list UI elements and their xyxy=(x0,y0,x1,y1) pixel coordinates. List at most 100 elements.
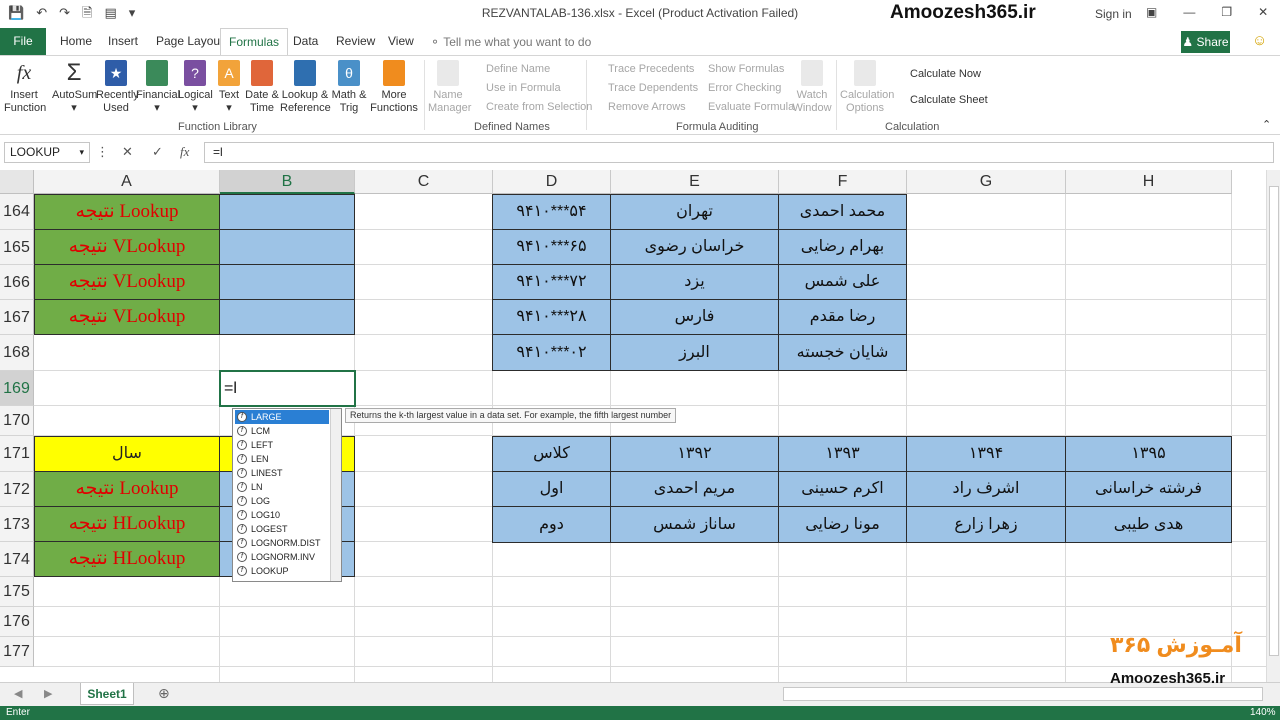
autocomplete-item[interactable]: f LOGNORM.DIST xyxy=(235,536,329,550)
text-button[interactable]: A Text ▾ xyxy=(214,60,244,115)
cell-d164[interactable]: ۹۴۱۰***۵۴ xyxy=(492,194,611,230)
row-header-168[interactable]: 168 xyxy=(0,335,34,371)
use-in-formula-button[interactable]: Use in Formula xyxy=(486,82,561,94)
add-sheet-icon[interactable]: ⊕ xyxy=(158,685,170,702)
name-manager-button[interactable]: Name Manager xyxy=(428,60,471,115)
cell-e166[interactable]: یزد xyxy=(610,264,779,300)
cell-h171[interactable]: ۱۳۹۵ xyxy=(1065,436,1232,472)
cell-f172[interactable]: اکرم حسینی xyxy=(778,471,907,507)
trace-precedents-button[interactable]: Trace Precedents xyxy=(608,63,694,75)
cell-b165[interactable] xyxy=(219,229,355,265)
financial-button[interactable]: Financial ▾ xyxy=(136,60,180,115)
autocomplete-item[interactable]: f LEFT xyxy=(235,438,329,452)
cell-e172[interactable]: مریم احمدی xyxy=(610,471,779,507)
cell-f173[interactable]: مونا رضایی xyxy=(778,506,907,543)
cell-g171[interactable]: ۱۳۹۴ xyxy=(906,436,1066,472)
tell-me-search[interactable]: ⚬ Tell me what you want to do xyxy=(430,35,591,49)
remove-arrows-button[interactable]: Remove Arrows xyxy=(608,101,686,113)
recently-used-button[interactable]: ★ Recently Used xyxy=(96,60,139,115)
cell-e165[interactable]: خراسان رضوی xyxy=(610,229,779,265)
column-header-d[interactable]: D xyxy=(493,170,611,194)
tab-review[interactable]: Review xyxy=(328,28,383,55)
cell-e167[interactable]: فارس xyxy=(610,299,779,335)
insert-function-button[interactable]: fx Insert Function xyxy=(4,60,46,115)
calculate-now-button[interactable]: Calculate Now xyxy=(910,68,981,80)
cell-a172[interactable]: نتیجه Lookup xyxy=(34,471,220,507)
cell-d165[interactable]: ۹۴۱۰***۶۵ xyxy=(492,229,611,265)
column-header-f[interactable]: F xyxy=(779,170,907,194)
vertical-scroll-thumb[interactable] xyxy=(1269,186,1279,656)
worksheet-grid[interactable]: A B C D E F G H 164 165 166 167 168 169 … xyxy=(0,170,1280,682)
calculation-options-button[interactable]: Calculation Options xyxy=(840,60,894,115)
sign-in-link[interactable]: Sign in xyxy=(1095,7,1132,21)
cell-d171[interactable]: کلاس xyxy=(492,436,611,472)
autocomplete-item[interactable]: f LEN xyxy=(235,452,329,466)
evaluate-formula-button[interactable]: Evaluate Formula xyxy=(708,101,794,113)
autocomplete-scrollbar[interactable] xyxy=(330,409,341,581)
tab-insert[interactable]: Insert xyxy=(100,28,146,55)
column-header-e[interactable]: E xyxy=(611,170,779,194)
calculate-sheet-button[interactable]: Calculate Sheet xyxy=(910,94,988,106)
math-trig-button[interactable]: θ Math & Trig xyxy=(330,60,368,115)
tab-page-layout[interactable]: Page Layout xyxy=(148,28,231,55)
name-box[interactable]: LOOKUP ▾ xyxy=(4,142,90,163)
logical-button[interactable]: ? Logical ▾ xyxy=(178,60,213,115)
row-header-173[interactable]: 173 xyxy=(0,507,34,542)
cell-d167[interactable]: ۹۴۱۰***۲۸ xyxy=(492,299,611,335)
cancel-icon[interactable]: ✕ xyxy=(122,144,133,160)
tab-formulas[interactable]: Formulas xyxy=(220,28,289,55)
cell-d168[interactable]: ۹۴۱۰***۰۲ xyxy=(492,334,611,371)
row-header-171[interactable]: 171 xyxy=(0,436,34,472)
row-header-175[interactable]: 175 xyxy=(0,577,34,607)
cell-h172[interactable]: فرشته خراسانی xyxy=(1065,471,1232,507)
cell-b167[interactable] xyxy=(219,299,355,335)
autocomplete-item[interactable]: f LN xyxy=(235,480,329,494)
collapse-ribbon-icon[interactable]: ⌃ xyxy=(1262,118,1271,131)
autocomplete-item[interactable]: f LOGNORM.INV xyxy=(235,550,329,564)
tab-home[interactable]: Home xyxy=(52,28,100,55)
autocomplete-item[interactable]: f LOG xyxy=(235,494,329,508)
insert-fx-icon[interactable]: fx xyxy=(180,144,189,160)
autosum-button[interactable]: Σ AutoSum ▾ xyxy=(52,60,97,115)
tab-view[interactable]: View xyxy=(380,28,422,55)
minimize-icon[interactable]: — xyxy=(1183,5,1195,19)
cell-b166[interactable] xyxy=(219,264,355,300)
formula-input[interactable]: =l xyxy=(204,142,1274,163)
horizontal-scrollbar[interactable] xyxy=(783,687,1263,701)
cell-a171[interactable]: سال xyxy=(34,436,220,472)
error-checking-button[interactable]: Error Checking xyxy=(708,82,781,94)
share-button[interactable]: ♟ Share xyxy=(1181,31,1230,53)
column-header-c[interactable]: C xyxy=(355,170,493,194)
cell-b164[interactable] xyxy=(219,194,355,230)
column-header-h[interactable]: H xyxy=(1066,170,1232,194)
vertical-scrollbar[interactable] xyxy=(1266,170,1280,682)
row-header-176[interactable]: 176 xyxy=(0,607,34,637)
autocomplete-item[interactable]: f LARGE xyxy=(235,410,329,424)
cell-g173[interactable]: زهرا زارع xyxy=(906,506,1066,543)
row-header-164[interactable]: 164 xyxy=(0,194,34,230)
date-time-button[interactable]: Date & Time xyxy=(244,60,280,115)
select-all-corner[interactable] xyxy=(0,170,34,194)
cell-f166[interactable]: علی شمس xyxy=(778,264,907,300)
close-icon[interactable]: ✕ xyxy=(1258,5,1268,19)
more-functions-button[interactable]: More Functions xyxy=(368,60,420,115)
cell-e171[interactable]: ۱۳۹۲ xyxy=(610,436,779,472)
show-formulas-button[interactable]: Show Formulas xyxy=(708,63,784,75)
row-header-170[interactable]: 170 xyxy=(0,406,34,436)
cell-e168[interactable]: البرز xyxy=(610,334,779,371)
cell-e173[interactable]: ساناز شمس xyxy=(610,506,779,543)
scroll-tabs-left-icon[interactable]: ◀ xyxy=(14,687,22,700)
cell-d173[interactable]: دوم xyxy=(492,506,611,543)
cell-f168[interactable]: شایان خجسته xyxy=(778,334,907,371)
row-header-165[interactable]: 165 xyxy=(0,230,34,265)
scroll-tabs-right-icon[interactable]: ▶ xyxy=(44,687,52,700)
define-name-button[interactable]: Define Name xyxy=(486,63,550,75)
autocomplete-item[interactable]: f LCM xyxy=(235,424,329,438)
autocomplete-item[interactable]: f LOGEST xyxy=(235,522,329,536)
row-header-166[interactable]: 166 xyxy=(0,265,34,300)
cell-h173[interactable]: هدی طیبی xyxy=(1065,506,1232,543)
cell-a166[interactable]: نتیجه VLookup xyxy=(34,264,220,300)
cell-a164[interactable]: نتیجه Lookup xyxy=(34,194,220,230)
cell-d172[interactable]: اول xyxy=(492,471,611,507)
cell-g172[interactable]: اشرف راد xyxy=(906,471,1066,507)
